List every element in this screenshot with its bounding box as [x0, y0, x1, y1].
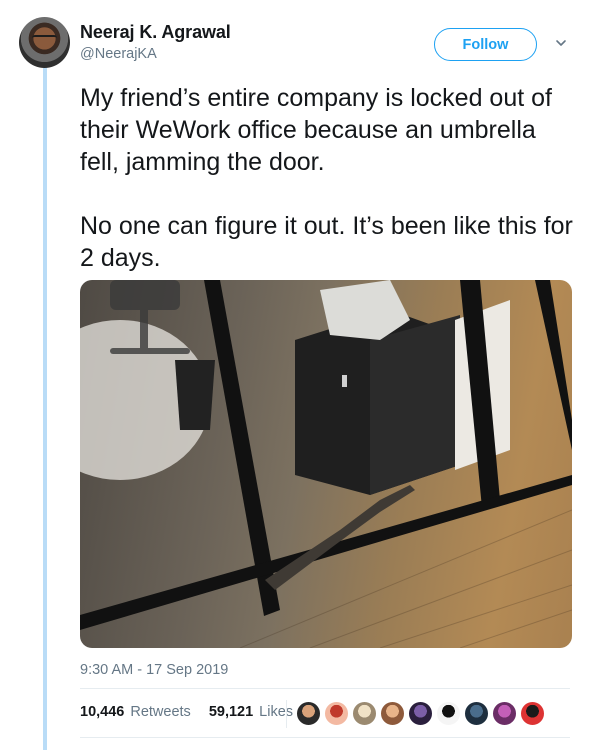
liker-avatar[interactable] [379, 700, 406, 727]
liker-avatar[interactable] [407, 700, 434, 727]
liker-avatar[interactable] [435, 700, 462, 727]
tweet-paragraph-1: My friend’s entire company is locked out… [80, 84, 552, 176]
liker-avatar[interactable] [519, 700, 546, 727]
liker-avatar[interactable] [295, 700, 322, 727]
photo-illustration [80, 280, 572, 648]
divider-bottom [80, 737, 570, 738]
user-name[interactable]: Neeraj K. Agrawal [80, 22, 231, 43]
tweet-timestamp[interactable]: 9:30 AM - 17 Sep 2019 [80, 662, 228, 678]
thread-line [43, 66, 47, 750]
liker-avatar[interactable] [351, 700, 378, 727]
tweet-paragraph-2: No one can figure it out. It’s been like… [80, 212, 573, 272]
tweet-photo[interactable] [80, 280, 572, 648]
liker-avatars [286, 700, 546, 728]
avatar[interactable] [19, 17, 70, 68]
liker-avatar[interactable] [323, 700, 350, 727]
liker-avatar[interactable] [491, 700, 518, 727]
trash-can [175, 360, 215, 430]
engagement-stats: 10,446 Retweets 59,121 Likes [80, 704, 293, 720]
divider-top [80, 688, 570, 689]
tweet-text: My friend’s entire company is locked out… [80, 82, 580, 274]
liker-avatar[interactable] [463, 700, 490, 727]
user-handle[interactable]: @NeerajKA [80, 46, 157, 62]
follow-button[interactable]: Follow [434, 28, 537, 61]
chevron-down-icon[interactable] [554, 36, 568, 50]
glasses-detail [32, 35, 57, 41]
retweet-label[interactable]: Retweets [130, 704, 190, 720]
like-count[interactable]: 59,121 [209, 704, 253, 720]
retweet-count[interactable]: 10,446 [80, 704, 124, 720]
